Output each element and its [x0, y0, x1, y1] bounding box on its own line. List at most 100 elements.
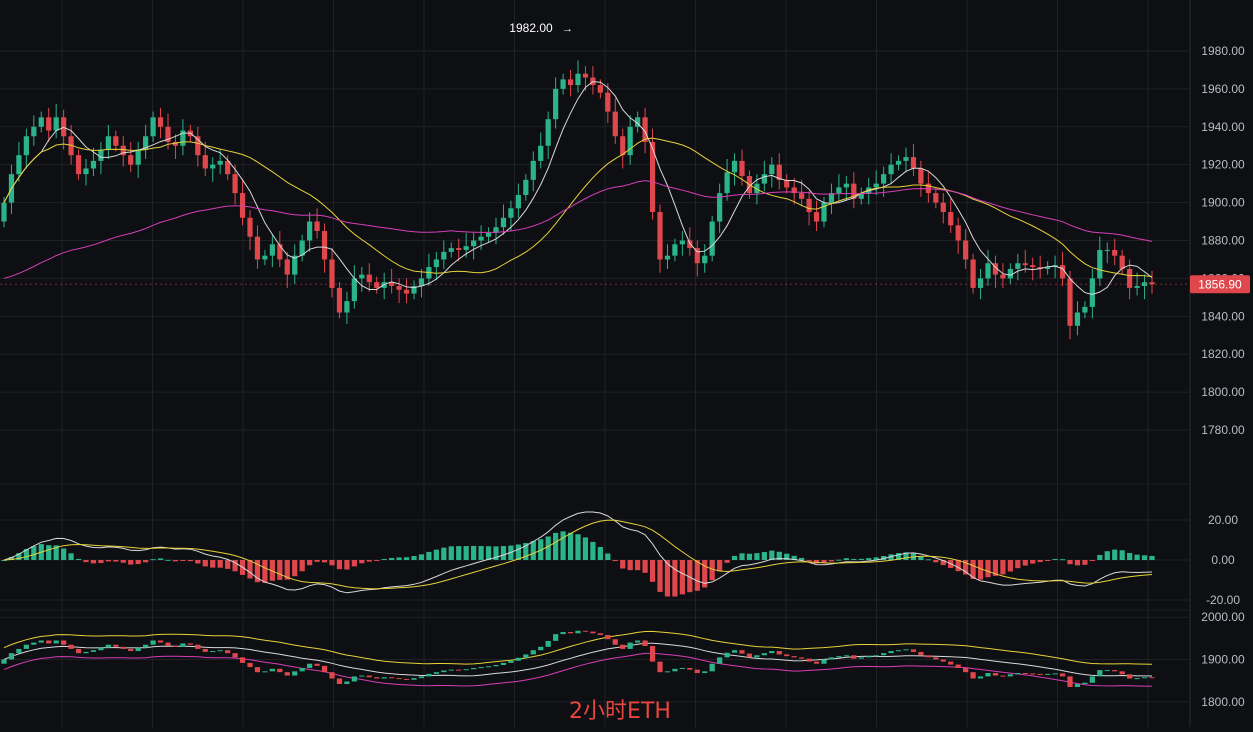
mini-candle [1104, 670, 1110, 672]
mini-candle [225, 650, 231, 654]
mini-candle [657, 661, 663, 673]
candle-up [210, 164, 216, 169]
mini-candle [955, 664, 961, 668]
mini-candle [366, 675, 372, 678]
mini-candle [232, 653, 238, 658]
candle-down [1030, 265, 1036, 268]
mini-candle [963, 667, 969, 673]
mini-candle [61, 640, 67, 645]
candle-down [955, 225, 961, 241]
macd-bar-up [500, 546, 507, 560]
mini-candle [299, 667, 305, 672]
peak-arrow-icon: → [562, 23, 573, 35]
macd-bar-up [418, 554, 425, 560]
macd-bar-up [165, 559, 171, 561]
candle-up [724, 172, 730, 194]
mini-candle [948, 661, 954, 665]
macd-bar-down [635, 560, 641, 571]
candle-up [888, 164, 894, 175]
candle-down [970, 259, 976, 288]
candle-down [806, 198, 812, 213]
mini-candle [635, 640, 641, 643]
mini-candle [53, 640, 59, 644]
macd-bar-up [1149, 555, 1155, 560]
mini-candle [202, 648, 208, 652]
mini-candle [567, 632, 574, 634]
mini-candle [761, 653, 767, 656]
mini-candle [1007, 674, 1013, 677]
mini-candle [538, 646, 544, 651]
macd-bar-up [545, 536, 551, 560]
candle-down [202, 155, 208, 169]
mini-candle [16, 648, 22, 654]
candle-up [307, 221, 313, 241]
candle-up [545, 119, 551, 146]
mini-candle [195, 644, 201, 649]
chart-background [0, 0, 1253, 727]
macd-bar-down [128, 560, 134, 565]
candle-up [23, 136, 29, 156]
macd-bar-down [1000, 560, 1006, 575]
macd-bar-up [799, 557, 805, 560]
price-tick-label: 1840.00 [1201, 309, 1245, 323]
macd-bar-down [612, 560, 618, 562]
mini-candle [664, 671, 671, 673]
mini-candle [836, 656, 842, 658]
mini-candle [90, 650, 97, 652]
mini-candle [769, 651, 775, 654]
macd-bar-down [806, 560, 812, 561]
candle-down [456, 248, 462, 250]
candle-up [262, 255, 268, 260]
macd-bar-up [61, 548, 67, 560]
mini-candle [828, 657, 835, 660]
macd-bar-up [553, 532, 559, 560]
price-tick-label: 1920.00 [1201, 158, 1245, 172]
mini-candle [344, 681, 350, 685]
mini-candle [448, 669, 454, 671]
mini-candle [1141, 677, 1148, 679]
candle-up [105, 136, 111, 150]
macd-bar-up [1112, 549, 1118, 560]
candle-down [1000, 274, 1006, 279]
candle-up [530, 160, 536, 180]
mini-candle [851, 655, 857, 659]
macd-bar-down [90, 560, 97, 564]
mini-candle [493, 664, 499, 667]
mini-candle [75, 648, 82, 654]
mini-candle [254, 667, 261, 673]
candle-down [739, 160, 745, 177]
candle-down [1119, 255, 1125, 269]
mini-candle [1074, 684, 1081, 687]
macd-bar-up [381, 558, 387, 560]
mini-candle [307, 663, 313, 668]
overview-tick-label: 1800.00 [1201, 695, 1245, 709]
price-tick-label: 1900.00 [1201, 196, 1245, 210]
candle-down [329, 259, 335, 288]
candle-up [463, 246, 469, 250]
candle-up [53, 117, 59, 131]
mini-candle [545, 640, 551, 647]
macd-bar-up [731, 555, 738, 560]
candle-up [672, 244, 678, 256]
chart-root: 1980.00 1960.00 1940.00 1920.00 1900.00 1880.… [0, 0, 1253, 727]
candle-up [702, 255, 708, 264]
macd-bar-up [1059, 559, 1066, 561]
mini-candle [873, 655, 879, 657]
macd-bar-up [1127, 553, 1133, 560]
candle-up [1097, 249, 1103, 279]
eth-2h-chart: 1980.00 1960.00 1940.00 1920.00 1900.00 1880.… [0, 0, 1253, 727]
candle-down [61, 117, 67, 137]
last-price-tag-text: 1856.90 [1198, 277, 1242, 291]
candle-up [1104, 249, 1110, 251]
mini-candle [515, 657, 521, 661]
mini-candle [724, 652, 730, 658]
candle-up [679, 240, 685, 245]
candle-up [448, 248, 454, 252]
mini-candle [284, 672, 290, 676]
candle-down [687, 240, 693, 249]
candle-up [828, 193, 835, 203]
candle-up [471, 240, 477, 247]
macd-bar-up [754, 553, 760, 560]
price-tick-label: 1980.00 [1201, 44, 1245, 58]
mini-candle [277, 668, 283, 673]
